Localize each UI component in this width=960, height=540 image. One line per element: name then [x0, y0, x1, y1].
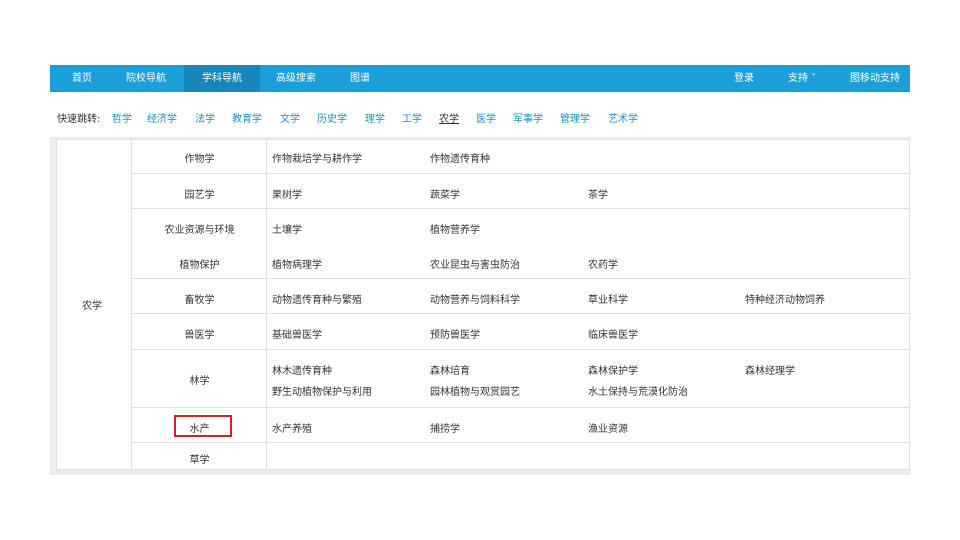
subcategory-link[interactable]: 畜牧学	[132, 291, 267, 306]
quick-jump-bar: 快速跳转: 哲学 经济学 法学 教育学 文学 历史学 理学 工学 农学 医学 军…	[50, 95, 910, 137]
subcategory-link[interactable]: 农业资源与环境	[132, 221, 267, 236]
major-link[interactable]: 茶学	[588, 186, 608, 201]
major-link[interactable]: 果树学	[272, 186, 302, 201]
nav-subject[interactable]: 学科导航	[184, 65, 260, 92]
nav-advanced-search[interactable]: 高级搜索	[276, 65, 316, 92]
quick-link[interactable]: 管理学	[560, 110, 590, 125]
nav-home[interactable]: 首页	[72, 65, 92, 92]
highlight-box	[174, 415, 232, 437]
subcategory-link[interactable]: 草学	[132, 451, 267, 466]
quick-link[interactable]: 教育学	[232, 110, 262, 125]
major-link[interactable]: 预防兽医学	[430, 326, 480, 341]
quick-link[interactable]: 文学	[280, 110, 300, 125]
quick-link[interactable]: 军事学	[513, 110, 543, 125]
subcategory-link[interactable]: 兽医学	[132, 326, 267, 341]
top-nav-bar: 首页 院校导航 学科导航 高级搜索 图谱 登录 支持 ˅ 图移动支持	[50, 65, 910, 92]
major-link[interactable]: 临床兽医学	[588, 326, 638, 341]
quick-jump-label: 快速跳转:	[57, 114, 101, 125]
quick-link[interactable]: 艺术学	[608, 110, 638, 125]
major-link[interactable]: 蔬菜学	[430, 186, 460, 201]
nav-graph[interactable]: 图谱	[350, 65, 370, 92]
major-link[interactable]: 动物遗传育种与繁殖	[272, 291, 362, 306]
chevron-down-icon: ˅	[808, 73, 817, 84]
quick-link[interactable]: 哲学	[112, 110, 132, 125]
major-link[interactable]: 植物病理学	[272, 256, 322, 271]
major-link[interactable]: 土壤学	[272, 221, 302, 236]
quick-link[interactable]: 经济学	[147, 110, 177, 125]
major-link[interactable]: 森林保护学	[588, 362, 638, 377]
subcategory-link[interactable]: 园艺学	[132, 186, 267, 201]
login-link[interactable]: 登录	[734, 65, 754, 92]
quick-link[interactable]: 工学	[402, 110, 422, 125]
major-link[interactable]: 捕捞学	[430, 420, 460, 435]
major-link[interactable]: 林木遗传育种	[272, 362, 332, 377]
quick-link[interactable]: 医学	[476, 110, 496, 125]
major-link[interactable]: 森林培育	[430, 362, 470, 377]
support-menu[interactable]: 支持 ˅	[788, 65, 816, 92]
major-link[interactable]: 农药学	[588, 256, 618, 271]
mobile-support-link[interactable]: 图移动支持	[850, 65, 900, 92]
major-link[interactable]: 作物栽培学与耕作学	[272, 150, 362, 165]
category-label: 农学	[82, 301, 102, 312]
major-link[interactable]: 水土保持与荒漠化防治	[588, 383, 688, 398]
subcategory-link[interactable]: 作物学	[132, 150, 267, 165]
major-link[interactable]: 特种经济动物饲养	[745, 291, 825, 306]
subcategory-link[interactable]: 植物保护	[132, 256, 267, 271]
major-link[interactable]: 森林经理学	[745, 362, 795, 377]
major-link[interactable]: 动物营养与饲料科学	[430, 291, 520, 306]
major-link[interactable]: 渔业资源	[588, 420, 628, 435]
support-label: 支持	[788, 73, 808, 84]
major-link[interactable]: 农业昆虫与害虫防治	[430, 256, 520, 271]
nav-school[interactable]: 院校导航	[126, 65, 166, 92]
quick-link[interactable]: 理学	[365, 110, 385, 125]
major-link[interactable]: 基础兽医学	[272, 326, 322, 341]
major-link[interactable]: 草业科学	[588, 291, 628, 306]
major-link[interactable]: 园林植物与观赏园艺	[430, 383, 520, 398]
major-link[interactable]: 作物遗传育种	[430, 150, 490, 165]
quick-link-current[interactable]: 农学	[439, 110, 459, 125]
major-link[interactable]: 水产养殖	[272, 420, 312, 435]
quick-link[interactable]: 法学	[195, 110, 215, 125]
major-link[interactable]: 植物营养学	[430, 221, 480, 236]
quick-link[interactable]: 历史学	[317, 110, 347, 125]
subcategory-link[interactable]: 林学	[132, 372, 267, 387]
major-link[interactable]: 野生动植物保护与利用	[272, 383, 372, 398]
